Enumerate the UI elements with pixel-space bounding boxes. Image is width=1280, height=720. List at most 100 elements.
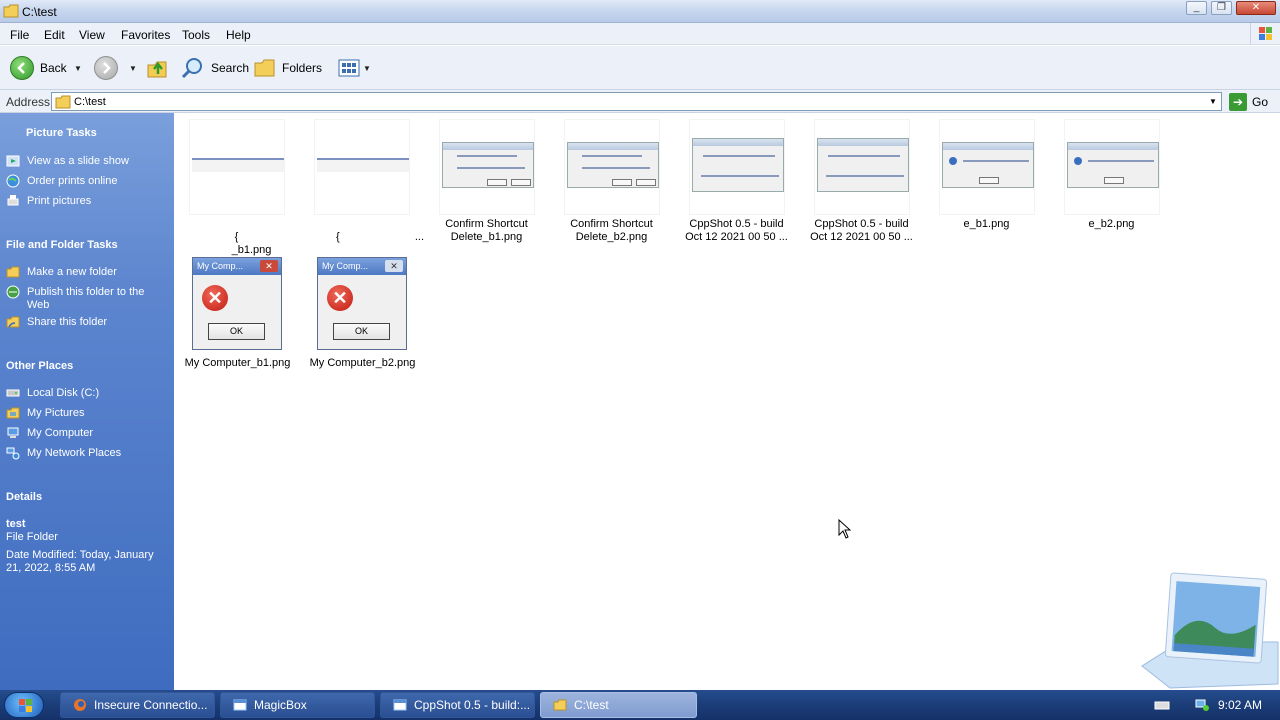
file-thumbnail[interactable] [814,119,910,215]
taskbar-button-explorer[interactable]: C:\test [540,692,697,718]
clock[interactable]: 9:02 AM [1218,698,1262,712]
task-view-slide-show[interactable]: View as a slide show [6,155,168,168]
address-label: Address [6,95,51,109]
file-thumbnail[interactable] [939,119,1035,215]
windows-logo-icon [19,699,32,712]
task-order-prints[interactable]: Order prints online [6,174,168,188]
share-folder-icon [6,316,20,328]
my-computer-icon [7,427,19,438]
menu-help[interactable]: Help [226,28,251,42]
folder-icon [55,95,71,109]
menu-favorites[interactable]: Favorites [121,28,170,42]
folders-button[interactable]: Folders [254,46,322,90]
windows-logo-icon [1250,23,1280,45]
globe-icon [6,174,20,188]
error-icon: ✕ [202,285,228,311]
up-folder-button[interactable] [146,46,168,90]
up-folder-icon [147,61,167,78]
place-my-computer[interactable]: My Computer [6,427,168,440]
file-name[interactable]: e_b2.png [1049,218,1174,231]
file-thumbnail[interactable] [439,119,535,215]
file-thumbnail[interactable]: My Comp... ✕ ✕ OK [192,257,282,350]
window-icon [233,699,247,711]
go-button[interactable]: ➔ Go [1229,92,1268,111]
ok-button: OK [208,323,265,340]
minimize-button[interactable]: _ [1186,1,1207,15]
views-dropdown-arrow-icon: ▼ [363,63,371,73]
search-icon [181,58,202,79]
menu-view[interactable]: View [79,28,105,42]
taskbar-button-cppshot[interactable]: CppShot 0.5 - build:... [380,692,535,718]
file-thumbnail[interactable]: My Comp... ✕ ✕ OK [317,257,407,350]
place-my-pictures[interactable]: My Pictures [6,407,168,420]
taskbar-button-firefox[interactable]: Insecure Connectio... [60,692,215,718]
file-list: { _b1.png { ... Confirm Shortcut Delete_… [174,113,1280,690]
place-local-disk[interactable]: Local Disk (C:) [6,387,168,400]
place-my-network-places[interactable]: My Network Places [6,447,168,460]
menu-tools[interactable]: Tools [182,28,210,42]
firefox-icon [74,699,86,711]
address-field[interactable]: C:\test ▼ [51,92,1222,111]
file-name[interactable]: Confirm Shortcut Delete_b1.png [424,218,549,244]
network-places-icon [6,447,20,460]
close-icon: ✕ [260,260,278,272]
task-publish-folder[interactable]: Publish this folder to the Web [6,285,168,312]
file-name[interactable]: e_b1.png [924,218,1049,231]
file-name[interactable]: My Computer_b2.png [300,357,425,370]
file-name[interactable]: Confirm Shortcut Delete_b2.png [549,218,674,244]
task-make-new-folder[interactable]: Make a new folder [6,266,168,279]
file-name[interactable]: { ... [299,231,424,244]
file-thumbnail[interactable] [1064,119,1160,215]
menu-file[interactable]: File [10,28,29,42]
file-thumbnail[interactable] [564,119,660,215]
back-dropdown-arrow-icon[interactable]: ▼ [74,46,82,90]
file-folder-tasks-heading: File and Folder Tasks [6,239,118,251]
picture-tasks-heading: Picture Tasks [26,127,97,139]
close-button[interactable]: ✕ [1236,1,1276,15]
error-icon: ✕ [327,285,353,311]
file-thumbnail[interactable] [314,119,410,215]
go-arrow-icon: ➔ [1229,92,1247,111]
printer-icon [7,195,19,206]
restore-button[interactable]: ❐ [1211,1,1232,15]
file-thumbnail[interactable] [189,119,285,215]
other-places-heading: Other Places [6,360,74,372]
keyboard-icon[interactable] [1154,699,1170,711]
folder-icon [553,699,567,711]
file-name[interactable]: CppShot 0.5 - build Oct 12 2021 00 50 ..… [799,218,924,244]
forward-dropdown-arrow-icon[interactable]: ▼ [129,46,137,90]
search-button[interactable]: Search [181,46,249,90]
folders-label: Folders [282,61,323,75]
forward-arrow-icon [94,56,118,80]
publish-web-icon [6,285,20,299]
slideshow-icon [6,155,20,167]
photo-frame-graphic [1140,572,1280,690]
menu-edit[interactable]: Edit [44,28,65,42]
start-button[interactable] [4,692,44,718]
file-thumbnail[interactable] [689,119,785,215]
window-title: C:\test [22,5,57,19]
network-icon[interactable] [1194,698,1210,712]
back-arrow-icon [10,56,34,80]
address-dropdown-arrow-icon[interactable]: ▼ [1205,93,1221,110]
window-icon [393,699,407,711]
task-print-pictures[interactable]: Print pictures [6,195,168,208]
forward-button[interactable] [94,46,118,90]
file-name[interactable]: CppShot 0.5 - build Oct 12 2021 00 50 ..… [674,218,799,244]
taskbar-button-magicbox[interactable]: MagicBox [220,692,375,718]
mouse-cursor-icon [838,519,851,539]
file-name[interactable]: { _b1.png [174,231,299,257]
file-name[interactable]: My Computer_b1.png [175,357,300,370]
ok-button: OK [333,323,390,340]
back-button[interactable]: Back [10,46,67,90]
views-button[interactable]: ▼ [338,46,371,90]
folders-icon [254,59,275,77]
search-label: Search [211,61,250,75]
folder-icon [3,4,19,18]
views-icon [338,59,360,77]
address-value: C:\test [74,96,106,108]
details-modified: Date Modified: Today, January 21, 2022, … [6,549,154,574]
new-folder-icon [6,266,20,278]
go-label: Go [1252,94,1269,109]
task-share-folder[interactable]: Share this folder [6,316,168,329]
